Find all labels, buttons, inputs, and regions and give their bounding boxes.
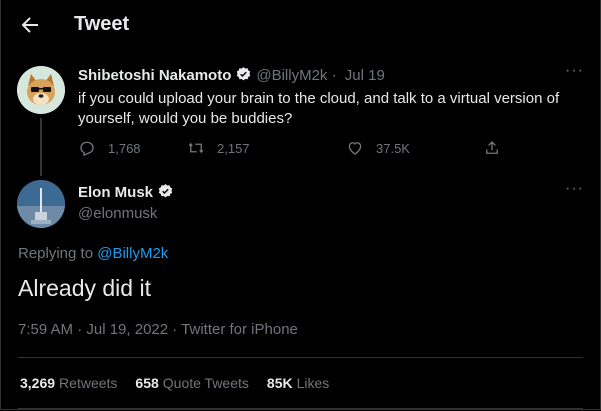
reply-count: 1,768 [108, 140, 141, 156]
thread-connector [40, 118, 42, 176]
avatar-shibetoshi[interactable] [17, 66, 65, 114]
likes-stat[interactable]: 85K Likes [267, 375, 347, 391]
page-title: Tweet [74, 13, 130, 35]
replying-to: Replying to @BillyM2k [18, 245, 168, 262]
more-options-icon[interactable]: ··· [565, 63, 585, 80]
parent-tweet-text: if you could upload your brain to the cl… [78, 90, 560, 127]
reply-button[interactable]: 1,768 [78, 138, 141, 158]
retweets-label: Retweets [59, 375, 118, 391]
divider [18, 357, 583, 358]
page-header: Tweet [0, 0, 601, 50]
retweet-button[interactable]: 2,157 [187, 138, 250, 158]
verified-badge-icon [235, 66, 252, 88]
author-handle[interactable]: @elonmusk [78, 205, 157, 222]
reply-icon [80, 141, 94, 157]
parent-tweet-header: Shibetoshi Nakamoto @BillyM2k · Jul 19 [78, 66, 385, 88]
retweets-stat[interactable]: 3,269 Retweets [20, 375, 135, 391]
retweet-icon [188, 142, 204, 154]
author-handle[interactable]: @BillyM2k [256, 67, 327, 84]
like-count: 37.5K [376, 140, 410, 156]
verified-badge-icon [157, 183, 174, 205]
share-button[interactable] [483, 138, 513, 158]
author-name[interactable]: Elon Musk [78, 184, 153, 201]
back-arrow-icon[interactable] [18, 13, 42, 37]
tweet-meta[interactable]: 7:59 AM · Jul 19, 2022 · Twitter for iPh… [18, 321, 298, 338]
divider [18, 408, 583, 409]
tweet-date[interactable]: Jul 19 [345, 67, 385, 84]
likes-count: 85K [266, 375, 293, 391]
quotes-count: 658 [135, 375, 159, 391]
author-name[interactable]: Shibetoshi Nakamoto [78, 67, 231, 84]
replying-to-link[interactable]: @BillyM2k [97, 245, 168, 262]
separator-dot: · [331, 67, 337, 84]
main-tweet-author: Elon Musk [78, 183, 174, 205]
replying-prefix: Replying to [18, 245, 98, 262]
like-button[interactable]: 37.5K [346, 138, 410, 158]
tweet-actions: 1,768 2,157 37.5K [78, 138, 518, 158]
likes-label: Likes [296, 375, 330, 391]
main-tweet-text: Already did it [18, 275, 151, 301]
retweets-count: 3,269 [20, 375, 56, 391]
quotes-label: Quote Tweets [162, 375, 249, 391]
heart-icon [348, 142, 362, 155]
quotes-stat[interactable]: 658 Quote Tweets [135, 375, 267, 391]
more-options-icon[interactable]: ··· [565, 181, 585, 198]
avatar-elonmusk[interactable] [17, 180, 65, 228]
retweet-count: 2,157 [217, 140, 250, 156]
tweet-stats: 3,269 Retweets 658 Quote Tweets 85K Likes [20, 375, 347, 391]
share-icon [486, 141, 498, 154]
